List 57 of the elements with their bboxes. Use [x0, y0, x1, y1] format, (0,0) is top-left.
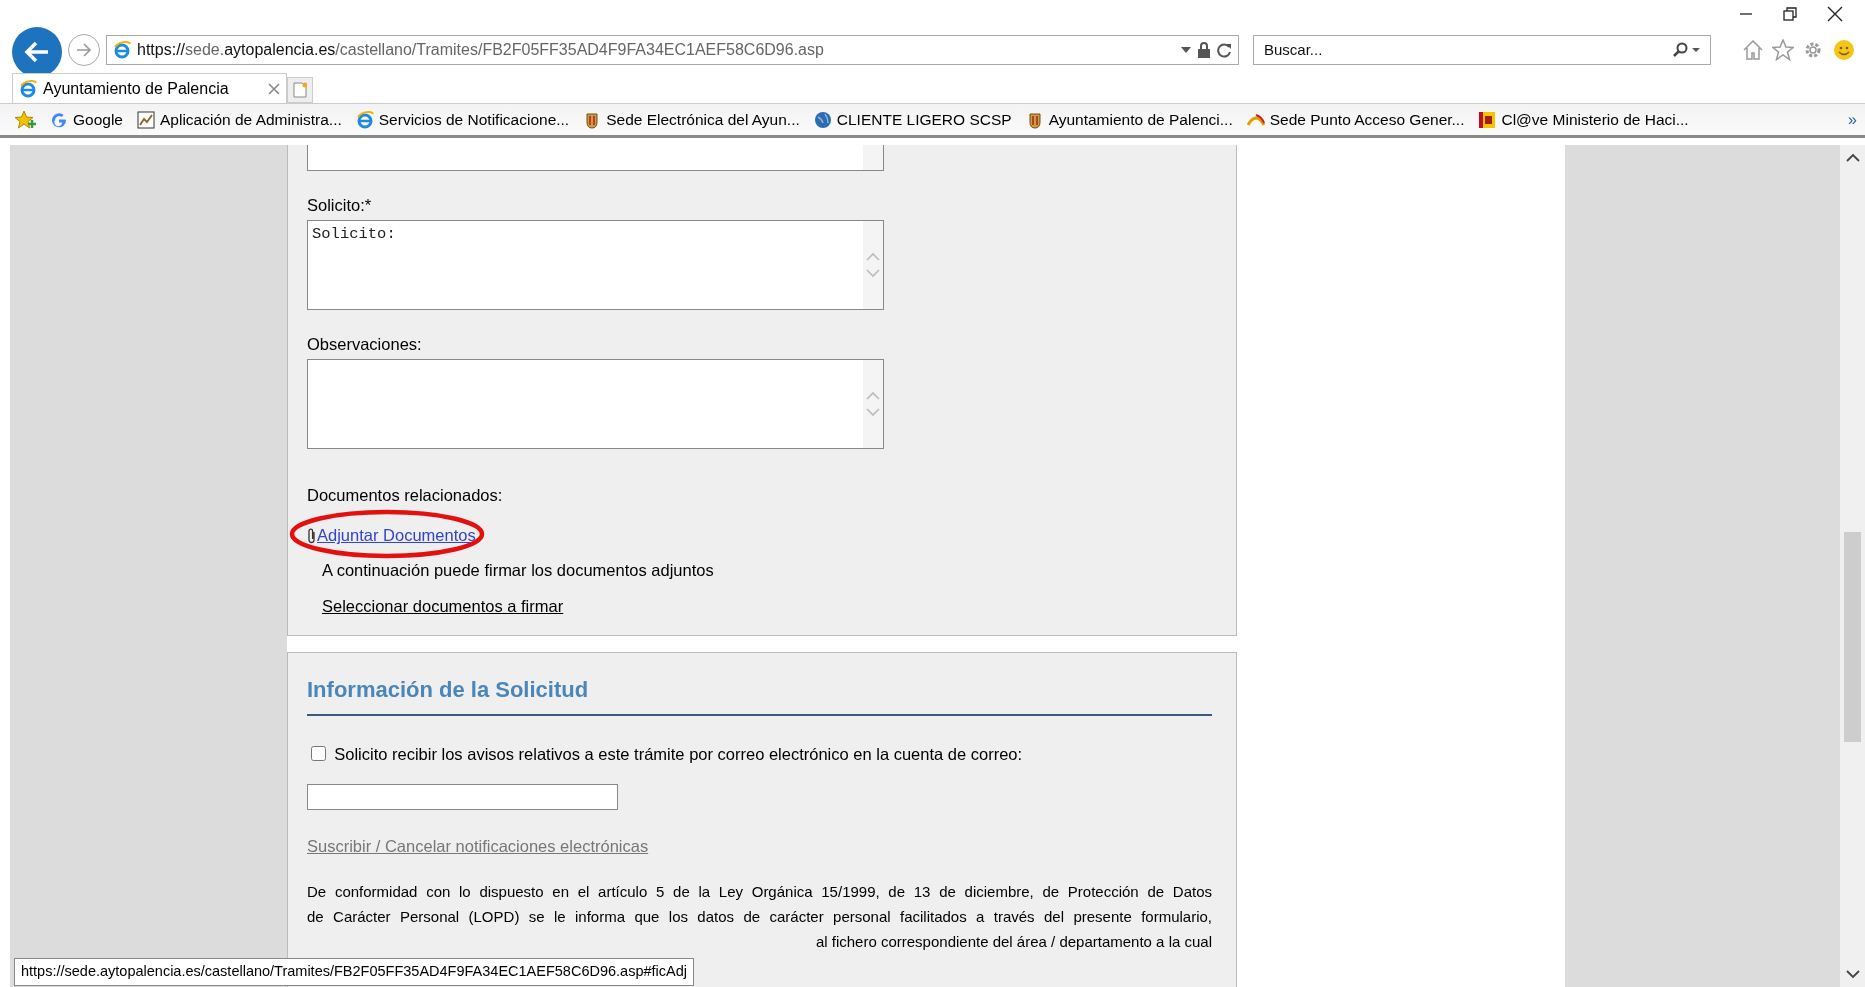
favorites-link[interactable]: CLIENTE LIGERO SCSP: [813, 107, 1012, 132]
address-bar[interactable]: https://sede.aytopalencia.es/castellano/Tramites/FB2F05FF35AD4F9FA34EC1AEF58C6D96.asp: [106, 35, 1239, 65]
refresh-icon[interactable]: [1217, 42, 1232, 58]
more-favorites-button[interactable]: »: [1848, 107, 1857, 132]
scroll-up-icon[interactable]: [1845, 153, 1860, 162]
field-label: Observaciones:: [307, 333, 423, 355]
google-g-icon: [50, 110, 68, 129]
search-icon[interactable]: [1672, 42, 1688, 58]
help-text: A continuación puede firmar los documentos adjuntos: [322, 561, 714, 579]
checkbox[interactable]: [311, 746, 326, 762]
scrollbar[interactable]: [1840, 145, 1865, 987]
smiley-icon[interactable]: [1832, 39, 1855, 61]
input-field[interactable]: [307, 784, 618, 811]
scrollbar-thumb[interactable]: [1844, 532, 1861, 742]
scroll-down-icon[interactable]: [1845, 970, 1860, 979]
favorites-link[interactable]: Aplicación de Administra...: [137, 107, 342, 132]
favorites-link[interactable]: Google: [50, 107, 123, 132]
browser-logo-icon: [19, 79, 37, 98]
field-label: Solicito:*: [307, 195, 373, 216]
paragraph-line: al fichero correspondiente del área / departamento a la cual: [815, 933, 1212, 950]
globe-icon: [813, 110, 832, 129]
favorites-link[interactable]: Sede Electrónica del Ayun...: [583, 107, 800, 132]
home-icon[interactable]: [1741, 39, 1764, 61]
dropdown-caret-icon[interactable]: [1181, 47, 1191, 53]
browser-logo-icon: [113, 41, 131, 59]
favorites-link[interactable]: Servicios de Notificacione...: [355, 107, 570, 132]
checkbox-label: Solicito recibir los avisos relativos a este trámite por correo electrónico en la cuenta de correo:: [334, 743, 1023, 765]
paragraph-line: de Carácter Personal (LOPD) se le informa que los datos de carácter personal facilitados a través del presente formulario,: [307, 907, 1212, 927]
browser-logo-icon: [355, 110, 374, 129]
browser-tab[interactable]: Ayuntamiento de Palencia: [12, 73, 287, 103]
section-heading: Información de la Solicitud: [307, 664, 1212, 716]
arrow-left-icon: [24, 41, 50, 63]
flag-icon: [1478, 110, 1497, 129]
search-input[interactable]: Buscar...: [1262, 37, 1672, 63]
star-icon[interactable]: [1772, 39, 1794, 61]
favorites-link[interactable]: Cl@ve Ministerio de Haci...: [1478, 107, 1689, 132]
new-tab-button[interactable]: [287, 77, 313, 103]
paragraph-line: De conformidad con lo dispuesto en el artículo 5 de la Ley Orgánica 15/1999, de 13 de diciembre, de Protección de Datos: [307, 882, 1212, 902]
section-label: Documentos relacionados:: [307, 484, 504, 506]
arrow-right-icon: [75, 42, 93, 58]
status-tooltip: https://sede.aytopalencia.es/castellano/Tramites/FB2F05FF35AD4F9FA34EC1AEF58C6D96.asp#ficAdj: [14, 958, 694, 986]
favorites-link[interactable]: Ayuntamiento de Palenci...: [1025, 107, 1233, 132]
address-text: https://sede.aytopalencia.es/castellano/Tramites/FB2F05FF35AD4F9FA34EC1AEF58C6D96.asp: [137, 40, 825, 60]
lock-icon: [1197, 42, 1211, 58]
text-area[interactable]: [307, 358, 884, 449]
restore-icon[interactable]: [1783, 7, 1797, 21]
forward-button[interactable]: [68, 34, 100, 66]
select-documents-link[interactable]: Seleccionar documentos a firmar: [322, 596, 564, 615]
text-area[interactable]: [307, 145, 884, 171]
search-field[interactable]: Buscar...: [1253, 35, 1711, 65]
chart-icon: [137, 110, 155, 129]
subscribe-link[interactable]: Suscribir / Cancelar notificaciones electrónicas: [307, 837, 649, 856]
paperclip-icon: [307, 527, 317, 545]
close-icon[interactable]: [1827, 6, 1843, 22]
star-add-icon[interactable]: [14, 109, 36, 130]
favorites-link[interactable]: Sede Punto Acceso Gener...: [1246, 107, 1465, 132]
new-page-icon: [293, 82, 307, 98]
